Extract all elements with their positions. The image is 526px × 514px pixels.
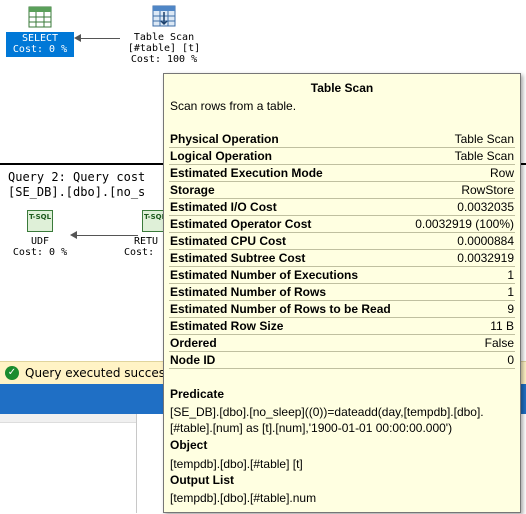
tooltip-description: Scan rows from a table. xyxy=(170,99,297,113)
select-node-cost: Cost: 0 % xyxy=(12,44,68,55)
property-name: Ordered xyxy=(169,334,408,352)
property-value: Table Scan xyxy=(407,131,515,148)
plan-arrow-head xyxy=(70,231,77,239)
property-row: Estimated Execution Mode Row xyxy=(169,164,515,182)
table-scan-node-label: Table Scan xyxy=(133,32,195,43)
property-row: Physical Operation Table Scan xyxy=(169,131,515,148)
property-name: Estimated Subtree Cost xyxy=(169,249,408,267)
udf-node-label: UDF xyxy=(30,236,50,247)
tsql-icon: T-SQL xyxy=(27,210,53,232)
property-row: Estimated I/O Cost 0.0032035 xyxy=(169,198,515,216)
property-name: Node ID xyxy=(169,351,408,369)
check-icon: ✓ xyxy=(5,366,19,380)
table-scan-node-cost: Cost: 100 % xyxy=(130,54,198,65)
table-scan-node-object: [#table] [t] xyxy=(127,43,201,54)
property-row: Node ID 0 xyxy=(169,351,515,369)
tsql-icon-text: T-SQL xyxy=(28,213,52,221)
property-name: Estimated Number of Executions xyxy=(169,266,408,284)
property-value: 11 B xyxy=(407,317,515,335)
select-node-label: SELECT xyxy=(21,33,59,44)
predicate-text: [SE_DB].[dbo].[no_sleep]((0))=dateadd(da… xyxy=(170,405,484,435)
property-row: Estimated CPU Cost 0.0000884 xyxy=(169,232,515,250)
property-name: Estimated Execution Mode xyxy=(169,164,408,182)
property-value: Row xyxy=(407,164,515,182)
query2-header: Query 2: Query cost [SE_DB].[dbo].[no_s xyxy=(8,170,145,200)
select-icon xyxy=(28,6,52,28)
property-row: Logical Operation Table Scan xyxy=(169,147,515,165)
property-name: Estimated I/O Cost xyxy=(169,198,408,216)
tooltip-title: Table Scan xyxy=(310,81,374,95)
property-value: 0.0032919 (100%) xyxy=(407,215,515,233)
property-value: 1 xyxy=(407,283,515,301)
property-value: 0.0000884 xyxy=(407,232,515,250)
property-name: Estimated CPU Cost xyxy=(169,232,408,250)
property-row: Ordered False xyxy=(169,334,515,352)
select-operator-node[interactable]: SELECT Cost: 0 % xyxy=(6,6,74,57)
tooltip-properties-table: Physical Operation Table Scan Logical Ope… xyxy=(169,131,515,369)
property-value: Table Scan xyxy=(407,147,515,165)
table-scan-icon xyxy=(152,5,176,27)
query2-cost-line: Query 2: Query cost xyxy=(8,170,146,184)
output-list-text: [tempdb].[dbo].[#table].num xyxy=(170,491,317,505)
property-name: Estimated Operator Cost xyxy=(169,215,408,233)
property-name: Logical Operation xyxy=(169,147,408,165)
property-name: Estimated Number of Rows to be Read xyxy=(169,300,408,318)
property-value: False xyxy=(407,334,515,352)
property-row: Estimated Operator Cost 0.0032919 (100%) xyxy=(169,215,515,233)
property-name: Storage xyxy=(169,181,408,199)
property-name: Estimated Row Size xyxy=(169,317,408,335)
property-row: Estimated Number of Executions 1 xyxy=(169,266,515,284)
property-row: Estimated Number of Rows 1 xyxy=(169,283,515,301)
property-value: 0 xyxy=(407,351,515,369)
property-value: 0.0032035 xyxy=(407,198,515,216)
property-row: Estimated Number of Rows to be Read 9 xyxy=(169,300,515,318)
lower-left-panel xyxy=(0,422,136,514)
select-node-label-box: SELECT Cost: 0 % xyxy=(6,32,74,57)
object-text: [tempdb].[dbo].[#table] [t] xyxy=(170,457,303,471)
plan-arrow-head xyxy=(74,34,81,42)
query2-statement-line: [SE_DB].[dbo].[no_s xyxy=(8,185,146,199)
property-value: 9 xyxy=(407,300,515,318)
property-row: Estimated Subtree Cost 0.0032919 xyxy=(169,249,515,267)
predicate-heading: Predicate xyxy=(170,387,225,401)
property-value: 1 xyxy=(407,266,515,284)
property-value: RowStore xyxy=(407,181,515,199)
object-heading: Object xyxy=(170,438,208,452)
plan-arrow-line xyxy=(80,38,120,39)
udf-operator-node[interactable]: T-SQL UDF Cost: 0 % xyxy=(12,210,68,258)
operator-tooltip: Table Scan Scan rows from a table. Physi… xyxy=(163,73,521,513)
property-value: 0.0032919 xyxy=(407,249,515,267)
property-row: Storage RowStore xyxy=(169,181,515,199)
property-name: Estimated Number of Rows xyxy=(169,283,408,301)
output-list-heading: Output List xyxy=(170,473,234,487)
property-row: Estimated Row Size 11 B xyxy=(169,317,515,335)
property-name: Physical Operation xyxy=(169,131,408,148)
udf-node-cost: Cost: 0 % xyxy=(12,247,68,258)
table-scan-operator-node[interactable]: Table Scan [#table] [t] Cost: 100 % xyxy=(118,4,210,65)
